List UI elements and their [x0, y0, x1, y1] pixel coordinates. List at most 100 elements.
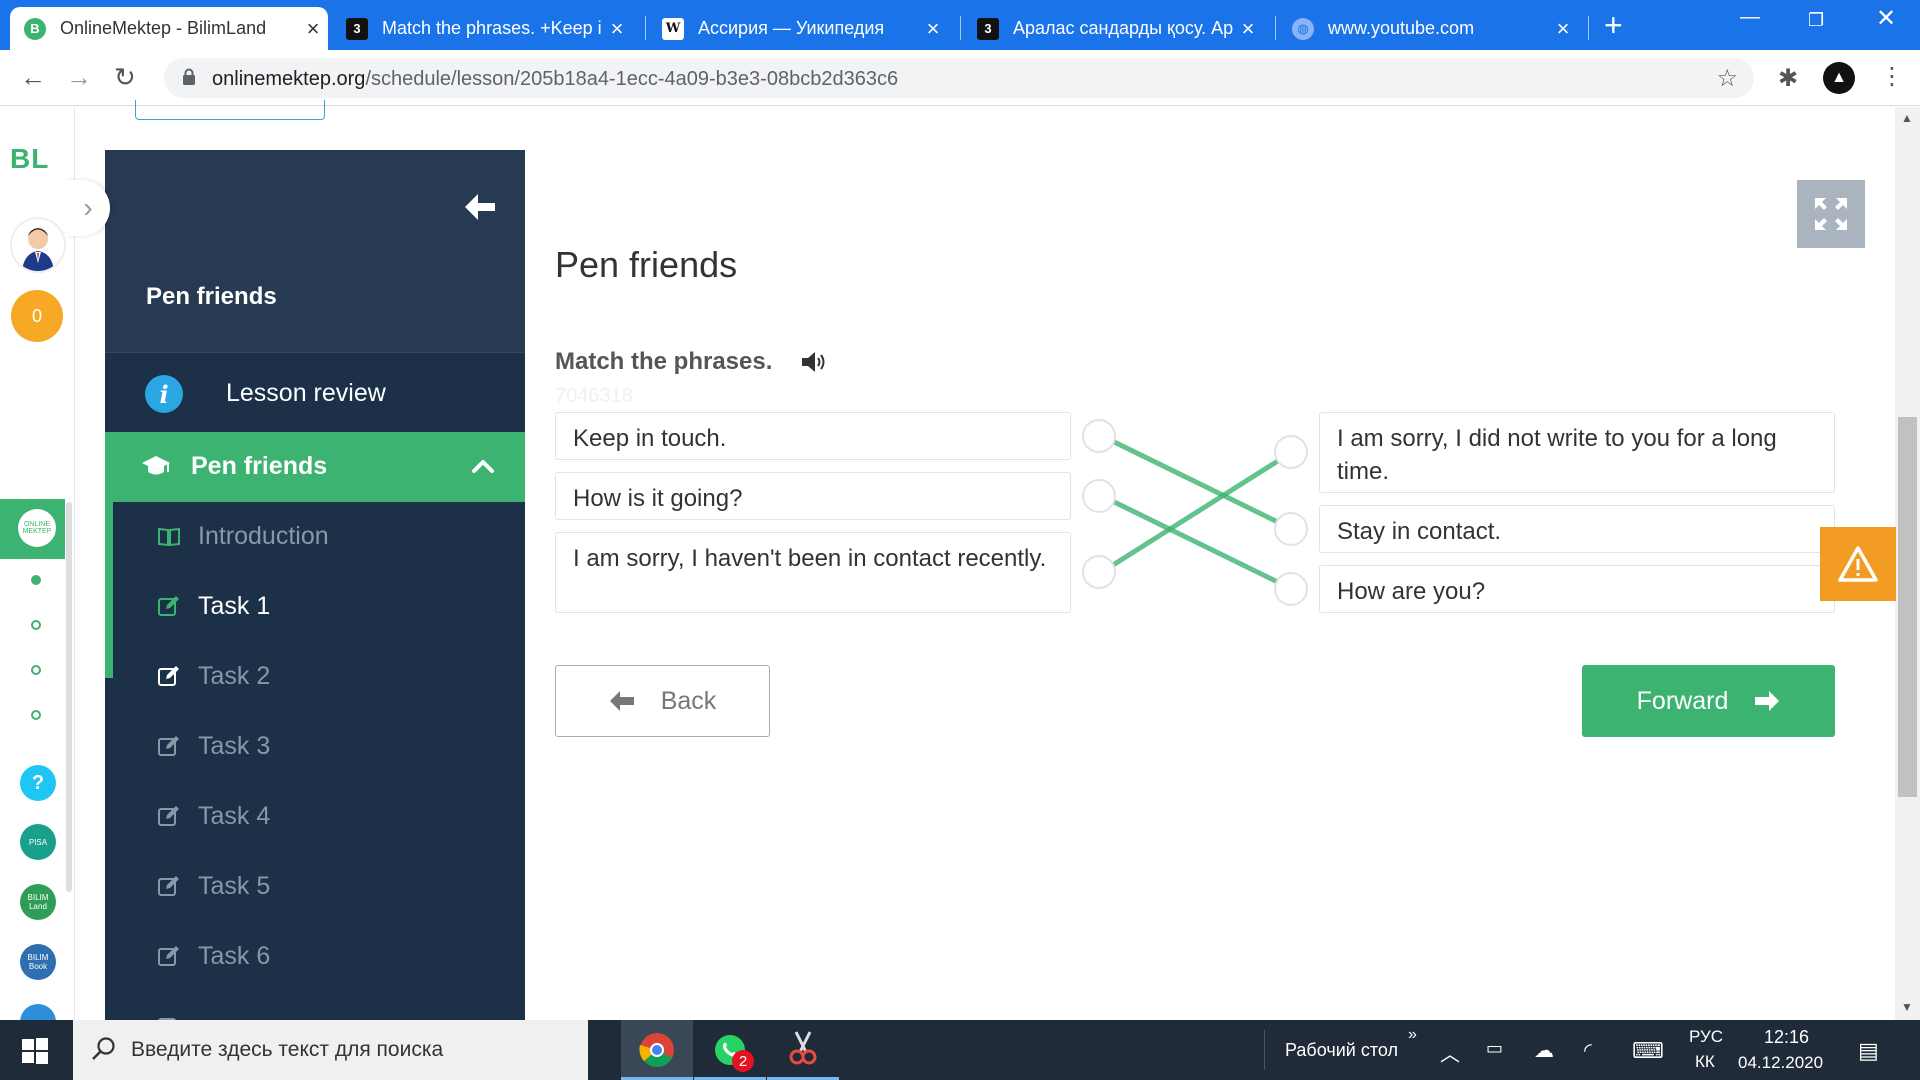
forward-button[interactable]: Forward [1582, 665, 1835, 737]
coin-balance[interactable]: 0 [11, 290, 63, 342]
reload-icon[interactable]: ↻ [114, 62, 136, 92]
close-icon[interactable]: × [298, 16, 328, 42]
left-phrase-3[interactable]: I am sorry, I haven't been in contact re… [555, 532, 1071, 613]
rail-scrollbar[interactable] [66, 502, 72, 892]
whatsapp-badge: 2 [732, 1050, 754, 1072]
rail-item-onlinemektep[interactable]: ONLINE MEKTEP [0, 499, 65, 559]
scroll-down-icon[interactable]: ▼ [1901, 1000, 1913, 1014]
taskbar-snipping[interactable] [767, 1020, 839, 1080]
arrow-left-icon[interactable] [463, 192, 497, 222]
sidebar-item-introduction[interactable]: Introduction [105, 502, 525, 572]
double-chevron-icon[interactable]: » [1408, 1026, 1417, 1044]
taskbar-whatsapp[interactable]: 2 [694, 1020, 766, 1080]
clock-time[interactable]: 12:16 [1764, 1027, 1809, 1048]
tab-separator [645, 16, 646, 40]
right-phrase-3[interactable]: How are you? [1319, 565, 1835, 613]
back-button[interactable]: Back [555, 665, 770, 737]
close-icon[interactable]: × [1233, 16, 1263, 42]
page-scrollbar[interactable]: ▲ ▼ [1895, 107, 1920, 1020]
rail-dot[interactable] [31, 575, 41, 585]
language-indicator-top[interactable]: РУС [1689, 1027, 1723, 1047]
sidebar-section-pen-friends[interactable]: Pen friends [105, 432, 525, 502]
windows-taskbar: Введите здесь текст для поиска 2 Рабочий… [0, 1020, 1920, 1080]
sidebar-item-task-6[interactable]: Task 6 [105, 922, 525, 992]
window-close-icon[interactable]: ✕ [1876, 4, 1896, 33]
bilimland-logo[interactable]: BL [10, 143, 49, 175]
onedrive-cloud-icon[interactable]: ☁ [1534, 1038, 1554, 1063]
bilimland-app-icon[interactable]: BILIM Land [20, 884, 56, 920]
tab-wikipedia[interactable]: W Ассирия — Уикипедия × [648, 7, 948, 50]
sidebar-item-task-4[interactable]: Task 4 [105, 782, 525, 852]
rail-dot[interactable] [31, 710, 41, 720]
sidebar-item-partial[interactable] [105, 992, 525, 1020]
speaker-icon[interactable] [800, 350, 828, 374]
clock-date[interactable]: 04.12.2020 [1738, 1053, 1823, 1073]
back-arrow-icon[interactable]: ← [20, 62, 46, 92]
report-problem-button[interactable] [1820, 527, 1896, 601]
chrome-icon [639, 1033, 674, 1068]
edit-icon [158, 666, 179, 686]
desktop-toolbar-label[interactable]: Рабочий стол [1285, 1040, 1398, 1061]
help-icon[interactable]: ? [20, 765, 56, 801]
left-connector-2[interactable] [1082, 479, 1116, 513]
left-phrase-1[interactable]: Keep in touch. [555, 412, 1071, 460]
notifications-icon[interactable]: ▤ [1858, 1038, 1879, 1064]
z-favicon: 3 [977, 17, 999, 40]
sidebar-item-lesson-review[interactable]: i Lesson review [105, 352, 525, 432]
left-connector-3[interactable] [1082, 555, 1116, 589]
minimize-icon[interactable]: — [1740, 6, 1760, 29]
task-instruction: Match the phrases. [555, 348, 773, 375]
right-connector-2[interactable] [1274, 512, 1308, 546]
edit-icon [158, 876, 179, 896]
close-icon[interactable]: × [602, 16, 632, 42]
taskbar-search[interactable]: Введите здесь текст для поиска [73, 1020, 588, 1080]
sidebar-section-label: Pen friends [191, 452, 328, 480]
user-avatar[interactable] [10, 217, 66, 273]
right-connector-1[interactable] [1274, 435, 1308, 469]
edit-icon [158, 946, 179, 966]
sidebar-item-task-5[interactable]: Task 5 [105, 852, 525, 922]
sidebar-item-label: Lesson review [226, 379, 386, 407]
extensions-puzzle-icon[interactable]: ✱ [1778, 64, 1798, 93]
bilimbook-app-icon[interactable]: BILIM Book [20, 944, 56, 980]
sidebar-item-label: Task 2 [198, 662, 271, 690]
menu-dots-icon[interactable]: ⋮ [1880, 62, 1904, 91]
rail-dot[interactable] [31, 665, 41, 675]
right-connector-3[interactable] [1274, 572, 1308, 606]
windows-start-icon[interactable] [22, 1038, 48, 1064]
tab-aralas[interactable]: 3 Аралас сандарды қосу. Ар × [963, 7, 1263, 50]
previous-button-stub[interactable] [135, 100, 325, 120]
url-bar[interactable]: onlinemektep.org/schedule/lesson/205b18a… [164, 58, 1754, 98]
forward-arrow-icon[interactable]: → [66, 62, 92, 92]
rail-expand-chevron-icon[interactable]: › [66, 180, 110, 236]
battery-icon[interactable]: ▭ [1486, 1038, 1503, 1059]
right-phrase-1[interactable]: I am sorry, I did not write to you for a… [1319, 412, 1835, 493]
wifi-icon[interactable]: ◜ [1584, 1038, 1592, 1063]
scroll-up-icon[interactable]: ▲ [1901, 111, 1913, 125]
right-phrase-2[interactable]: Stay in contact. [1319, 505, 1835, 553]
bookmark-star-icon[interactable]: ☆ [1716, 64, 1738, 93]
taskbar-chrome[interactable] [621, 1020, 693, 1080]
close-icon[interactable]: × [1548, 16, 1578, 42]
left-phrase-2[interactable]: How is it going? [555, 472, 1071, 520]
user-avatar-icon [22, 228, 54, 271]
sidebar-item-task-3[interactable]: Task 3 [105, 712, 525, 782]
keyboard-icon[interactable]: ⌨ [1632, 1038, 1664, 1064]
sidebar-item-task-2[interactable]: Task 2 [105, 642, 525, 712]
sidebar-item-task-1[interactable]: Task 1 [105, 572, 525, 642]
restore-icon[interactable]: ❐ [1808, 10, 1824, 31]
tab-onlinemektep[interactable]: B OnlineMektep - BilimLand × [10, 7, 328, 50]
rail-dot[interactable] [31, 620, 41, 630]
tab-match-phrases[interactable]: 3 Match the phrases. +Keep i × [332, 7, 632, 50]
pisa-app-icon[interactable]: PISA [20, 824, 56, 860]
chevron-up-icon[interactable] [471, 454, 495, 478]
fullscreen-button[interactable] [1797, 180, 1865, 248]
close-icon[interactable]: × [918, 16, 948, 42]
scrollbar-thumb[interactable] [1898, 417, 1917, 797]
new-tab-plus-icon[interactable]: + [1604, 8, 1623, 42]
language-indicator-bottom[interactable]: КК [1695, 1052, 1715, 1072]
tab-youtube[interactable]: ◍ www.youtube.com × [1278, 7, 1578, 50]
chevron-up-icon[interactable]: ︿ [1440, 1038, 1460, 1067]
profile-avatar-icon[interactable]: ▲ [1823, 62, 1855, 94]
left-connector-1[interactable] [1082, 419, 1116, 453]
